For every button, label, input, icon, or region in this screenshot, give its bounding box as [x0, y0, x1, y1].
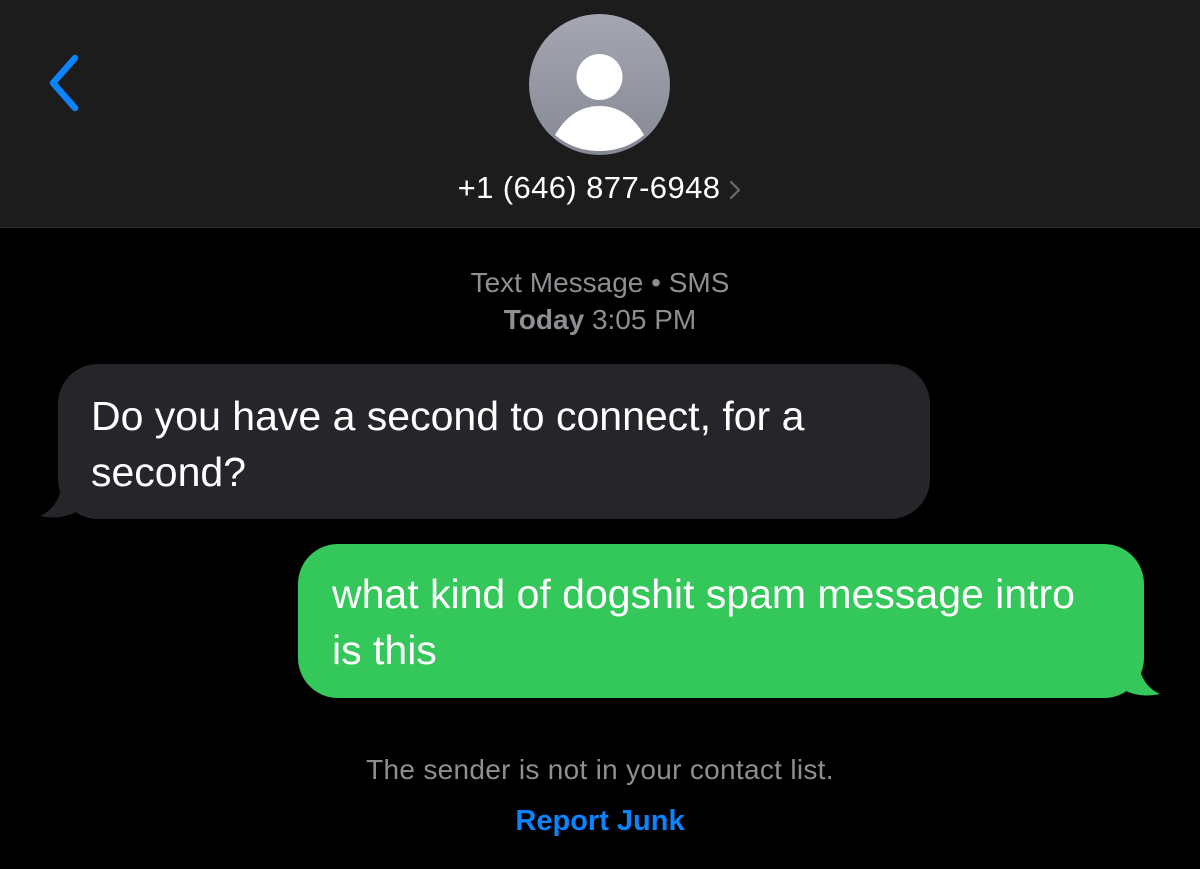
timestamp-day: Today	[503, 304, 585, 335]
messages-screen: +1 (646) 877-6948 Text Message • SMS Tod…	[0, 0, 1200, 869]
conversation-header: +1 (646) 877-6948	[0, 0, 1200, 228]
service-label: Text Message • SMS	[470, 267, 730, 298]
avatar[interactable]	[529, 14, 670, 155]
timestamp-time: 3:05 PM	[591, 304, 697, 335]
outgoing-message-text: what kind of dogshit spam message intro …	[332, 571, 1075, 673]
chevron-right-icon	[728, 179, 742, 201]
contact-number: +1 (646) 877-6948	[457, 170, 721, 205]
back-button[interactable]	[28, 38, 98, 128]
conversation-meta: Text Message • SMS Today 3:05 PM	[0, 264, 1200, 338]
contact-name-button[interactable]: +1 (646) 877-6948	[0, 168, 1200, 208]
person-silhouette-icon	[555, 54, 644, 151]
chevron-left-icon	[49, 54, 79, 112]
report-junk-link[interactable]: Report Junk	[500, 805, 700, 849]
incoming-message-text: Do you have a second to connect, for a s…	[91, 393, 805, 495]
outgoing-message-bubble[interactable]: what kind of dogshit spam message intro …	[298, 544, 1144, 698]
timestamp: Today 3:05 PM	[0, 301, 1200, 338]
unknown-sender-notice: The sender is not in your contact list.	[366, 754, 834, 785]
incoming-message-bubble[interactable]: Do you have a second to connect, for a s…	[58, 364, 930, 519]
